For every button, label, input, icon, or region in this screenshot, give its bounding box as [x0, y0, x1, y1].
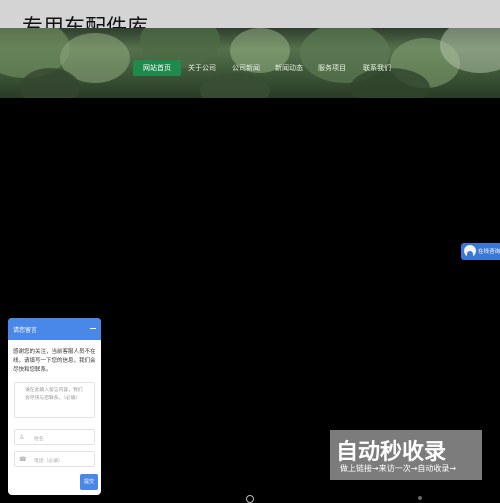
watermark-badge: 自动秒收录 做上链接→来访一次→自动收录→	[330, 430, 482, 480]
service-avatar-icon	[464, 245, 476, 257]
online-consult-button[interactable]: 在线咨询	[461, 243, 500, 260]
online-consult-label: 在线咨询	[478, 249, 500, 255]
message-textarea[interactable]: 请在此输入留言内容，我们会尽快与您联系。（必填）	[14, 382, 95, 418]
nav-item-contact[interactable]: 联系我们	[363, 63, 391, 73]
main-nav: 网站首页 关于公司 公司新闻 新闻动态 服务项目 联系我们	[0, 60, 500, 78]
name-placeholder: 姓名	[34, 437, 44, 442]
scroll-indicator-icon	[246, 495, 254, 503]
name-field[interactable]: ♙ 姓名	[14, 429, 95, 445]
nav-item-services[interactable]: 服务项目	[318, 63, 346, 73]
nav-item-home[interactable]: 网站首页	[133, 60, 181, 76]
nav-item-company-news[interactable]: 公司新闻	[232, 63, 260, 73]
submit-button[interactable]: 提交	[80, 474, 98, 490]
phone-icon: ☎	[19, 456, 27, 463]
phone-placeholder: 电话（必填）	[34, 459, 63, 464]
minimize-icon[interactable]	[90, 328, 96, 329]
chat-header: 请您留言	[8, 318, 101, 340]
phone-field[interactable]: ☎ 电话（必填）	[14, 451, 95, 467]
watermark-subtext: 做上链接→来访一次→自动收录→	[340, 464, 457, 473]
nav-item-about[interactable]: 关于公司	[188, 63, 216, 73]
user-icon: ♙	[19, 434, 25, 441]
chat-message: 感谢您的关注，当前客服人员不在线，请填写一下您的信息，我们会尽快和您联系。	[13, 349, 96, 373]
nav-item-news[interactable]: 新闻动态	[275, 63, 303, 73]
watermark-logo: 自动秒收录	[336, 440, 447, 465]
chat-title: 请您留言	[13, 327, 38, 334]
chat-widget: 请您留言 感谢您的关注，当前客服人员不在线，请填写一下您的信息，我们会尽快和您联…	[8, 318, 101, 495]
dot-icon	[418, 496, 422, 500]
